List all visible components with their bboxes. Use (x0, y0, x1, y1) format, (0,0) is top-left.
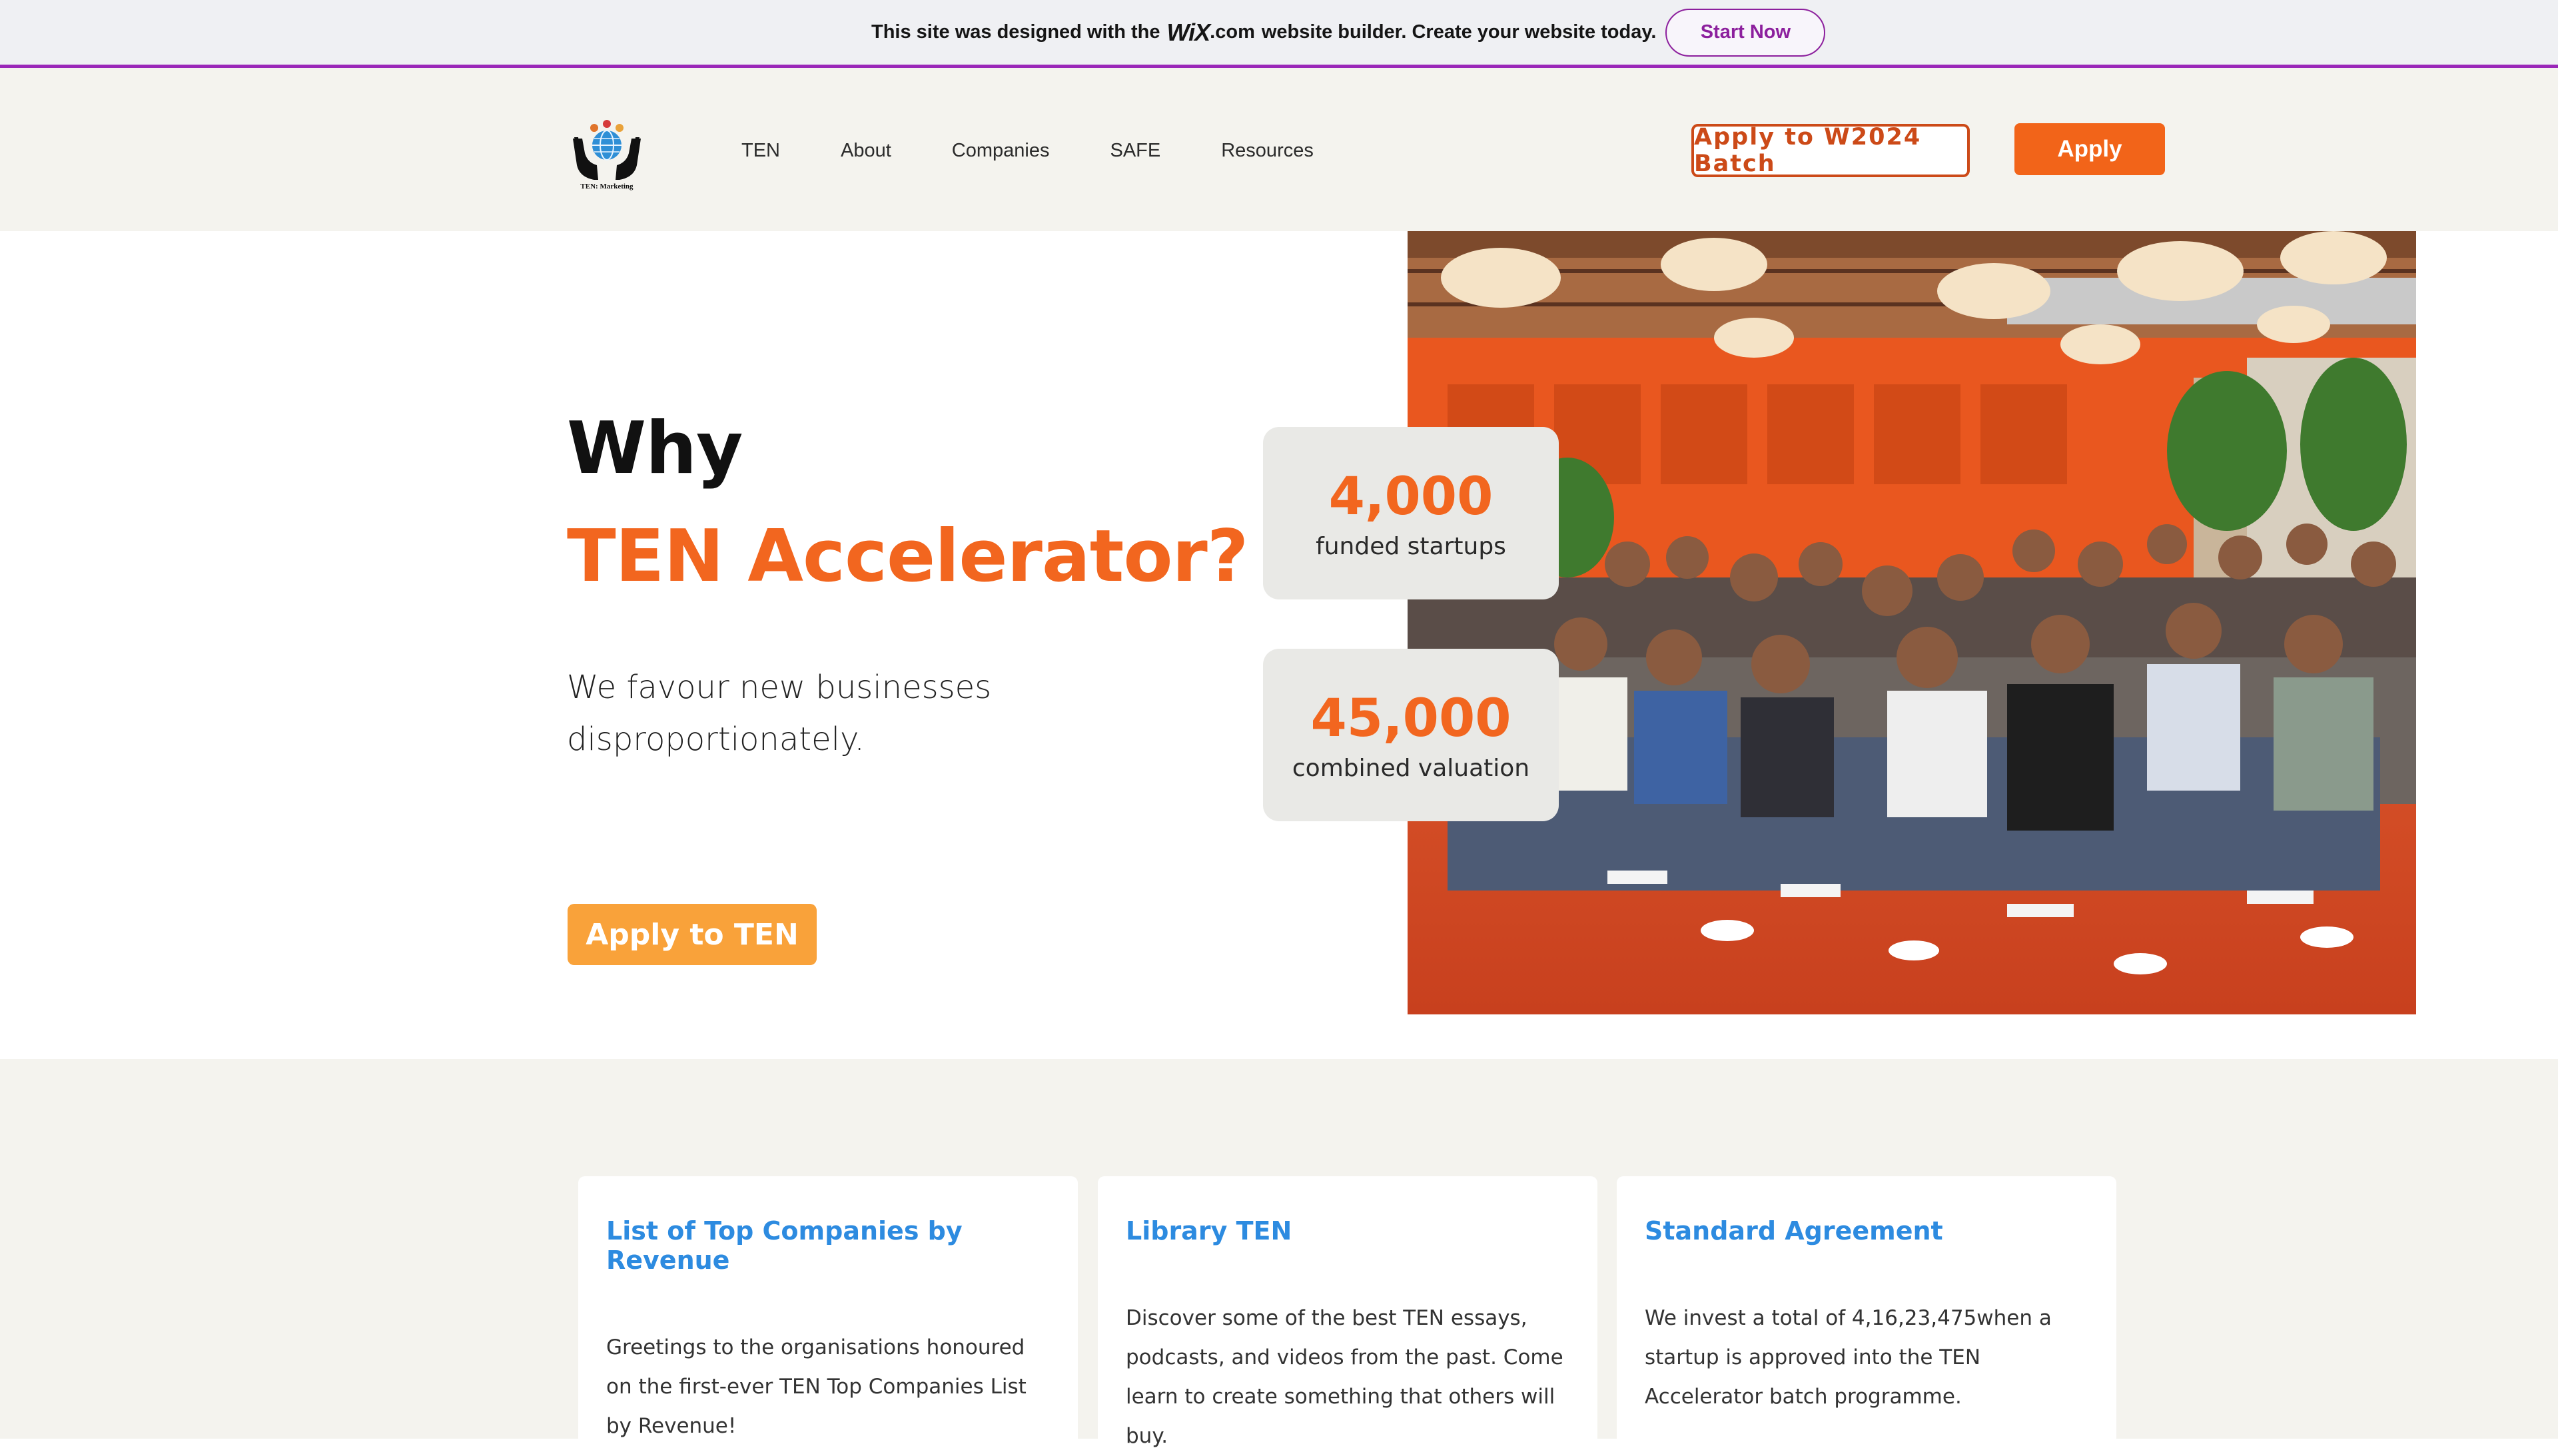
card-library[interactable]: Library TEN Discover some of the best TE… (1098, 1176, 1597, 1456)
site-header: TEN: Marketing TEN About Companies SAFE … (0, 68, 2558, 231)
stat-label: combined valuation (1292, 755, 1530, 782)
apply-button[interactable]: Apply (2014, 123, 2165, 175)
hero-title-line2: TEN Accelerator? (567, 515, 1248, 598)
card-body: Greetings to the organisations honoured … (606, 1335, 1027, 1438)
nav-item-companies[interactable]: Companies (952, 140, 1050, 162)
logo-caption: TEN: Marketing (580, 182, 634, 190)
event-audience-photo (1408, 231, 2416, 1014)
nav-item-resources[interactable]: Resources (1221, 140, 1314, 162)
card-title[interactable]: List of Top Companies by Revenue (606, 1216, 1050, 1275)
start-now-button[interactable]: Start Now (1665, 8, 1826, 57)
card-title[interactable]: Library TEN (1126, 1216, 1569, 1246)
card-body: Discover some of the best TEN essays, po… (1126, 1306, 1563, 1448)
wix-promo-banner: This site was designed with the WiX .com… (0, 0, 2558, 68)
apply-batch-button[interactable]: Apply to W2024 Batch (1691, 124, 1970, 177)
stat-card-funded: 4,000 funded startups (1263, 427, 1559, 599)
audience-photo-illustration (1408, 231, 2416, 1014)
hero-subtitle: We favour new businesses disproportionat… (567, 669, 992, 758)
card-title[interactable]: Standard Agreement (1645, 1216, 2088, 1246)
hero-section: Why TEN Accelerator? We favour new busin… (0, 231, 2558, 1059)
stat-label: funded startups (1316, 533, 1506, 560)
card-body: We invest a total of 4,16,23,475when a s… (1645, 1306, 2052, 1409)
wix-banner-text-before: This site was designed with the (871, 21, 1160, 43)
apply-to-ten-button[interactable]: Apply to TEN (568, 904, 817, 965)
wix-logo-suffix: .com (1210, 21, 1255, 43)
nav-item-ten[interactable]: TEN (741, 140, 780, 162)
nav-item-about[interactable]: About (841, 140, 891, 162)
stat-value: 4,000 (1328, 467, 1493, 527)
site-logo[interactable]: TEN: Marketing (568, 119, 646, 192)
resources-section: List of Top Companies by Revenue Greetin… (0, 1059, 2558, 1456)
stat-value: 45,000 (1310, 689, 1511, 749)
stat-card-valuation: 45,000 combined valuation (1263, 649, 1559, 821)
main-nav: TEN About Companies SAFE Resources (741, 140, 1374, 162)
wix-logo[interactable]: WiX (1166, 19, 1210, 47)
wix-banner-text-after: website builder. Create your website tod… (1261, 21, 1657, 43)
card-standard-agreement[interactable]: Standard Agreement We invest a total of … (1617, 1176, 2116, 1456)
nav-item-safe[interactable]: SAFE (1110, 140, 1160, 162)
hero-title-line1: Why (567, 407, 743, 490)
hands-globe-logo-icon (573, 120, 641, 180)
card-top-companies[interactable]: List of Top Companies by Revenue Greetin… (578, 1176, 1078, 1456)
